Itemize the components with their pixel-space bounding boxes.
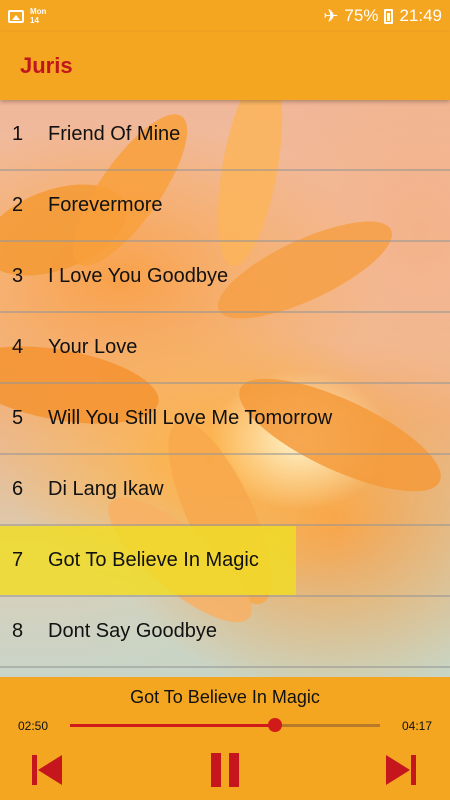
- total-time: 04:17: [401, 719, 432, 733]
- track-title: Di Lang Ikaw: [48, 478, 164, 500]
- track-title: Dont Say Goodbye: [48, 620, 217, 642]
- track-row[interactable]: 8 Dont Say Goodbye: [0, 597, 450, 668]
- status-left: Mon 14: [8, 7, 46, 25]
- previous-icon: [32, 755, 37, 785]
- app-bar: Juris: [0, 32, 450, 100]
- airplane-icon: ✈: [323, 6, 339, 26]
- track-title: Will You Still Love Me Tomorrow: [48, 407, 333, 429]
- track-title: I Love You Goodbye: [48, 265, 229, 287]
- clock: 21:49: [399, 6, 442, 25]
- track-row-active[interactable]: 7 Got To Believe In Magic: [0, 526, 450, 597]
- battery-percent: 75%: [344, 6, 379, 25]
- track-list-area[interactable]: 1 Friend Of Mine 2 Forevermore 3 I Love …: [0, 100, 450, 677]
- status-right: ✈ 75% 21:49: [323, 6, 442, 26]
- current-time: 02:50: [18, 719, 49, 733]
- next-icon: [386, 755, 410, 785]
- battery-icon: [384, 8, 394, 24]
- track-number: 2: [12, 194, 24, 216]
- track-number: 8: [12, 620, 24, 642]
- previous-icon-arrow: [38, 755, 62, 785]
- track-number: 3: [12, 265, 24, 287]
- track-title: Your Love: [48, 336, 138, 358]
- next-icon-bar: [411, 755, 416, 785]
- track-number: 6: [12, 478, 24, 500]
- status-date: Mon 14: [30, 7, 46, 25]
- track-row[interactable]: 6 Di Lang Ikaw: [0, 455, 450, 526]
- seek-thumb[interactable]: [267, 718, 282, 732]
- seek-progress: [70, 724, 275, 727]
- now-playing-title: Got To Believe In Magic: [130, 687, 320, 707]
- pause-button[interactable]: [209, 753, 241, 787]
- pause-icon-bar: [229, 753, 239, 787]
- next-button[interactable]: [386, 753, 420, 787]
- track-title: Forevermore: [48, 194, 163, 216]
- track-row[interactable]: 5 Will You Still Love Me Tomorrow: [0, 384, 450, 455]
- track-title: Got To Believe In Magic: [48, 549, 259, 571]
- pause-icon: [211, 753, 221, 787]
- status-date-day: Mon: [30, 7, 47, 16]
- track-number: 7: [12, 549, 24, 571]
- app-title: Juris: [20, 53, 73, 78]
- player-bar: Got To Believe In Magic 02:50 04:17: [0, 677, 450, 800]
- track-number: 1: [12, 123, 24, 145]
- track-number: 5: [12, 407, 24, 429]
- track-row[interactable]: 4 Your Love: [0, 313, 450, 384]
- status-date-num: 14: [30, 16, 39, 25]
- track-list: 1 Friend Of Mine 2 Forevermore 3 I Love …: [0, 100, 450, 668]
- track-row[interactable]: 1 Friend Of Mine: [0, 100, 450, 171]
- track-row[interactable]: 2 Forevermore: [0, 171, 450, 242]
- track-row[interactable]: 3 I Love You Goodbye: [0, 242, 450, 313]
- previous-button[interactable]: [32, 753, 66, 787]
- seek-bar[interactable]: [70, 718, 380, 732]
- track-title: Friend Of Mine: [48, 123, 181, 145]
- image-icon: [8, 9, 24, 23]
- status-bar: Mon 14 ✈ 75% 21:49: [0, 0, 450, 32]
- track-number: 4: [12, 336, 24, 358]
